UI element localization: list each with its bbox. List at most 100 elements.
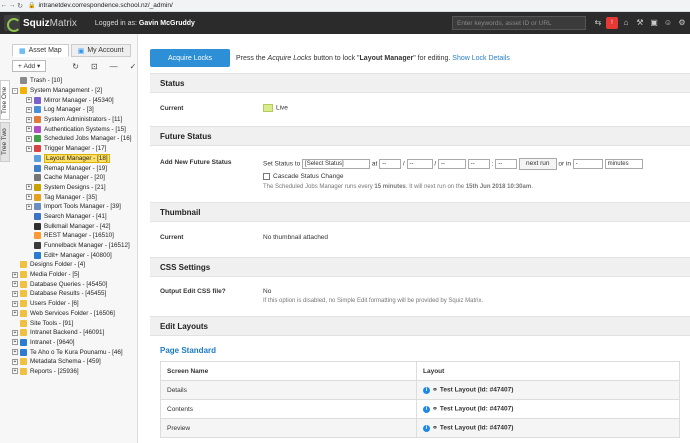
next-run-button[interactable]: next run (519, 158, 557, 170)
info-icon[interactable]: i (423, 405, 430, 413)
tree-expand-icon[interactable]: + (12, 271, 18, 278)
tree-item[interactable]: + Log Manager - [3] (12, 105, 136, 115)
info-icon[interactable]: i (423, 386, 430, 394)
tree-item[interactable]: + Reports - [25936] (12, 367, 136, 377)
tree-item[interactable]: + Database Queries - [45450] (12, 279, 136, 289)
back-icon[interactable]: ← (0, 2, 8, 9)
check-icon[interactable]: ✓ (130, 62, 137, 71)
tree-expand-icon[interactable]: + (26, 116, 32, 123)
tree-expand-icon[interactable]: + (26, 145, 32, 152)
tree-item[interactable]: + Media Folder - [5] (12, 270, 136, 280)
notification-icon[interactable]: ! (606, 17, 618, 29)
tree-item[interactable]: Bulkmail Manager - [42] (12, 221, 136, 231)
squiz-logo-icon (4, 15, 21, 32)
tab-asset-map[interactable]: ▦ Asset Map (12, 44, 69, 57)
tree-expand-icon[interactable]: + (12, 349, 18, 356)
tree-expand-icon[interactable]: + (12, 339, 18, 346)
collapse-icon[interactable]: ⊡ (91, 62, 98, 71)
tab-tree-one[interactable]: Tree One (0, 80, 10, 120)
minimize-icon[interactable]: — (110, 62, 118, 71)
reload-icon[interactable]: ↻ (16, 2, 24, 10)
user-icon[interactable]: ☺ (662, 17, 674, 29)
tree-item[interactable]: Layout Manager - [18] (12, 153, 136, 164)
day-select[interactable]: -- (379, 159, 402, 169)
tree-expand-icon[interactable]: + (12, 300, 18, 307)
tree-item[interactable]: Site Tools - [91] (12, 318, 136, 328)
tree-item[interactable]: + Tag Manager - [35] (12, 192, 136, 202)
tree-expand-icon[interactable]: + (12, 281, 18, 288)
add-button[interactable]: + Add ▾ (12, 60, 47, 72)
tree-item[interactable]: Search Manager - [41] (12, 212, 136, 222)
toggle-icon[interactable]: ⇆ (592, 17, 604, 29)
month-select[interactable]: -- (406, 159, 433, 169)
refresh-icon[interactable]: ↻ (72, 62, 79, 71)
tab-tree-two[interactable]: Tree Two (0, 122, 10, 162)
tree-item[interactable]: + Intranet Backend - [46091] (12, 328, 136, 338)
layouts-table: Screen Name Layout Details i ⚭ Test Layout… (160, 361, 680, 438)
tree-expand-icon[interactable]: + (12, 358, 18, 365)
squiz-logo[interactable]: SquizMatrix (4, 15, 77, 32)
tree-item[interactable]: + Web Services Folder - [16506] (12, 309, 136, 319)
tree-expand-icon[interactable]: + (12, 368, 18, 375)
tree-item[interactable]: + Authentication Systems - [15] (12, 124, 136, 134)
acquire-locks-button[interactable]: Acquire Locks (150, 49, 230, 67)
asset-type-icon (34, 154, 41, 162)
output-css-label: Output Edit CSS file? (160, 288, 226, 295)
hour-select[interactable]: -- (467, 159, 490, 169)
tree-expand-icon[interactable]: + (26, 203, 32, 210)
url-text[interactable]: intranetdev.correspondence.school.nz/_ad… (38, 2, 172, 9)
cascade-checkbox[interactable] (263, 173, 270, 180)
tree-expand-icon[interactable]: + (12, 290, 18, 297)
tree-item[interactable]: Cache Manager - [20] (12, 173, 136, 183)
year-select[interactable]: -- (437, 159, 466, 169)
unit-select[interactable]: minutes (604, 159, 643, 169)
tree-item-label: Funnelback Manager - [16512] (44, 242, 130, 250)
tree-expand-icon[interactable]: + (26, 135, 32, 142)
tree-expand-icon[interactable]: + (26, 126, 32, 133)
tree-item[interactable]: + Intranet - [9640] (12, 338, 136, 348)
tree-expand-icon[interactable]: + (26, 194, 32, 201)
table-row: Preview i ⚭ Test Layout (Id: #47407) (160, 418, 680, 438)
tree-item[interactable]: + Import Tools Manager - [39] (12, 202, 136, 212)
tree-item[interactable]: + System Designs - [21] (12, 183, 136, 193)
tree-expand-icon[interactable]: + (26, 184, 32, 191)
tools-icon[interactable]: ⚒ (634, 17, 646, 29)
package-icon[interactable]: ▣ (648, 17, 660, 29)
tree-expand-icon[interactable]: + (12, 329, 18, 336)
tree-expand-icon[interactable]: + (26, 106, 32, 113)
search-input[interactable]: Enter keywords, asset ID or URL (452, 16, 586, 30)
tree-item[interactable]: Remap Manager - [19] (12, 163, 136, 173)
settings-icon[interactable]: ⚙ (676, 17, 688, 29)
tree-item[interactable]: Designs Folder - [4] (12, 260, 136, 270)
tree-item-label: Reports - [25936] (30, 367, 79, 375)
tree-item[interactable]: Funnelback Manager - [16512] (12, 241, 136, 251)
tree-expand-icon[interactable]: - (12, 87, 18, 94)
tab-my-account[interactable]: ▣ My Account (70, 44, 131, 57)
minute-select[interactable]: -- (495, 159, 518, 169)
tree-item[interactable]: + Database Results - [45455] (12, 289, 136, 299)
tree-item[interactable]: - System Management - [2] (12, 86, 136, 96)
tree-item[interactable]: Edit+ Manager - [40800] (12, 250, 136, 260)
asset-type-icon (34, 212, 41, 220)
tree-item[interactable]: REST Manager - [16510] (12, 231, 136, 241)
tree-expand-icon[interactable]: + (12, 310, 18, 317)
interval-input[interactable]: - (572, 159, 603, 169)
tree-item[interactable]: + Mirror Manager - [45340] (12, 95, 136, 105)
binoculars-icon[interactable]: ⚭ (432, 424, 438, 432)
tree-expand-icon[interactable]: + (26, 97, 32, 104)
tree-item[interactable]: + Te Aho o Te Kura Pounamu - [46] (12, 347, 136, 357)
tree-item[interactable]: + Users Folder - [6] (12, 299, 136, 309)
home-icon[interactable]: ⌂ (620, 17, 632, 29)
info-icon[interactable]: i (423, 424, 430, 432)
asset-map-toolbar: + Add ▾ ↻ ⊡ — ✓ (12, 59, 137, 73)
tree-item[interactable]: Trash - [10] (12, 76, 136, 86)
tree-item[interactable]: + System Administrators - [11] (12, 115, 136, 125)
binoculars-icon[interactable]: ⚭ (432, 405, 438, 413)
show-lock-details-link[interactable]: Show Lock Details (452, 55, 510, 62)
tree-item[interactable]: + Metadata Schema - [459] (12, 357, 136, 367)
tree-item[interactable]: + Scheduled Jobs Manager - [16] (12, 134, 136, 144)
binoculars-icon[interactable]: ⚭ (432, 386, 438, 394)
status-select[interactable]: [Select Status] (302, 159, 371, 169)
forward-icon[interactable]: → (8, 2, 16, 9)
tree-item[interactable]: + Trigger Manager - [17] (12, 144, 136, 154)
